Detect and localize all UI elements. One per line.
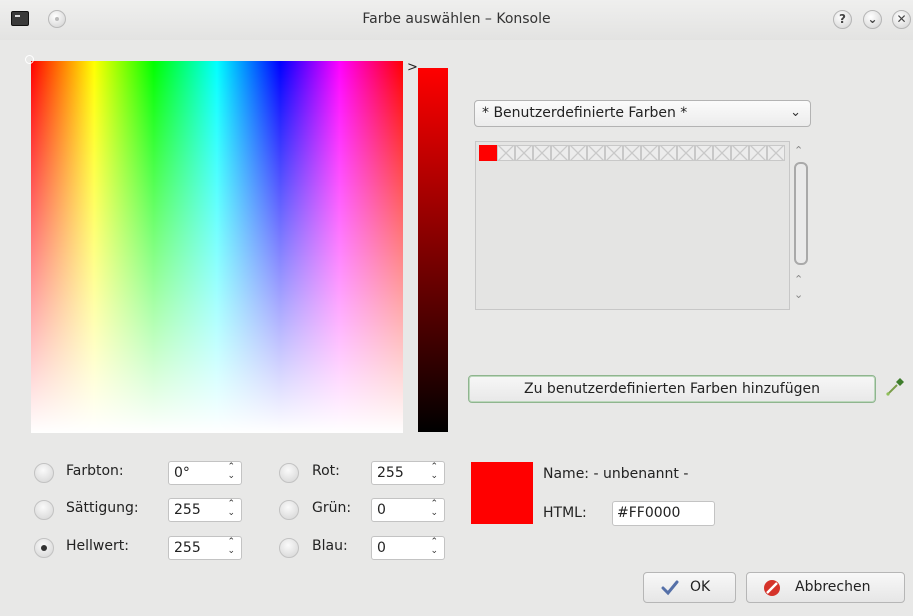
html-input[interactable]	[617, 505, 712, 521]
html-label: HTML:	[543, 505, 587, 521]
spin-arrows-icon[interactable]: ⌃ ⌄	[430, 463, 438, 481]
empty-swatch[interactable]	[569, 145, 587, 161]
hue-saturation-field[interactable]	[31, 61, 403, 433]
value-slider[interactable]	[418, 68, 448, 432]
cancel-icon	[764, 580, 780, 596]
spin-arrows-icon[interactable]: ⌃ ⌄	[227, 463, 235, 481]
color-swatch[interactable]	[479, 145, 497, 161]
spin-arrows-icon[interactable]: ⌃ ⌄	[227, 500, 235, 518]
blue-label: Blau:	[312, 538, 348, 554]
empty-swatch[interactable]	[587, 145, 605, 161]
empty-swatch[interactable]	[641, 145, 659, 161]
empty-swatch[interactable]	[497, 145, 515, 161]
red-value: 255	[377, 465, 404, 481]
spin-arrows-icon[interactable]: ⌃ ⌄	[227, 538, 235, 556]
empty-swatch[interactable]	[767, 145, 785, 161]
value-label: Hellwert:	[66, 538, 129, 554]
green-radio[interactable]	[279, 500, 299, 520]
ok-button[interactable]: OK	[643, 572, 736, 603]
green-label: Grün:	[312, 500, 352, 516]
add-to-custom-colors-button[interactable]: Zu benutzerdefinierten Farben hinzufügen	[468, 375, 876, 403]
green-spinbox[interactable]: 0 ⌃ ⌄	[371, 498, 445, 522]
custom-colors-combo-value: * Benutzerdefinierte Farben *	[482, 105, 688, 121]
value-value: 255	[174, 540, 201, 556]
hue-label: Farbton:	[66, 463, 124, 479]
blue-value: 0	[377, 540, 386, 556]
spin-arrows-icon[interactable]: ⌃ ⌄	[430, 538, 438, 556]
empty-swatch[interactable]	[677, 145, 695, 161]
red-radio[interactable]	[279, 463, 299, 483]
empty-swatch[interactable]	[533, 145, 551, 161]
html-field[interactable]	[612, 501, 715, 526]
title-bar: Farbe auswählen – Konsole ? ⌄ ✕	[0, 0, 913, 40]
close-button[interactable]: ✕	[892, 10, 911, 29]
scroll-up-icon[interactable]: ⌃	[794, 273, 803, 286]
empty-swatch[interactable]	[713, 145, 731, 161]
color-picker-icon[interactable]	[884, 376, 906, 398]
hue-spinbox[interactable]: 0° ⌃ ⌄	[168, 461, 242, 485]
help-button[interactable]: ?	[833, 10, 852, 29]
color-preview-swatch	[471, 462, 533, 524]
empty-swatch[interactable]	[605, 145, 623, 161]
hue-radio[interactable]	[34, 463, 54, 483]
saturation-label: Sättigung:	[66, 500, 139, 516]
empty-swatch[interactable]	[731, 145, 749, 161]
scroll-up-icon[interactable]: ⌃	[794, 144, 803, 157]
cancel-label: Abbrechen	[795, 579, 871, 595]
red-label: Rot:	[312, 463, 340, 479]
ok-label: OK	[690, 579, 711, 595]
spin-arrows-icon[interactable]: ⌃ ⌄	[430, 500, 438, 518]
blue-spinbox[interactable]: 0 ⌃ ⌄	[371, 536, 445, 560]
empty-swatch[interactable]	[695, 145, 713, 161]
saturation-radio[interactable]	[34, 500, 54, 520]
red-spinbox[interactable]: 255 ⌃ ⌄	[371, 461, 445, 485]
checkmark-icon	[661, 580, 679, 596]
color-field-cursor[interactable]	[25, 55, 34, 64]
minimize-button[interactable]: ⌄	[863, 10, 882, 29]
custom-colors-combo[interactable]: * Benutzerdefinierte Farben * ⌄	[474, 100, 811, 127]
blue-radio[interactable]	[279, 538, 299, 558]
color-name-label: Name: - unbenannt -	[543, 466, 689, 482]
custom-colors-palette[interactable]	[475, 141, 790, 310]
green-value: 0	[377, 502, 386, 518]
cancel-button[interactable]: Abbrechen	[746, 572, 905, 603]
value-radio[interactable]	[34, 538, 54, 558]
empty-swatch[interactable]	[515, 145, 533, 161]
swatch-row	[479, 145, 785, 161]
color-dialog: Farbe auswählen – Konsole ? ⌄ ✕ > * Benu…	[0, 0, 913, 616]
window-title: Farbe auswählen – Konsole	[362, 11, 551, 27]
chevron-down-icon: ⌄	[790, 105, 801, 120]
scroll-down-icon[interactable]: ⌄	[794, 288, 803, 301]
saturation-spinbox[interactable]: 255 ⌃ ⌄	[168, 498, 242, 522]
value-slider-arrow-icon[interactable]: >	[407, 61, 418, 74]
palette-scrollbar-handle[interactable]	[794, 162, 808, 265]
empty-swatch[interactable]	[659, 145, 677, 161]
empty-swatch[interactable]	[551, 145, 569, 161]
empty-swatch[interactable]	[749, 145, 767, 161]
empty-swatch[interactable]	[623, 145, 641, 161]
value-spinbox[interactable]: 255 ⌃ ⌄	[168, 536, 242, 560]
saturation-value: 255	[174, 502, 201, 518]
hue-value: 0°	[174, 465, 190, 481]
